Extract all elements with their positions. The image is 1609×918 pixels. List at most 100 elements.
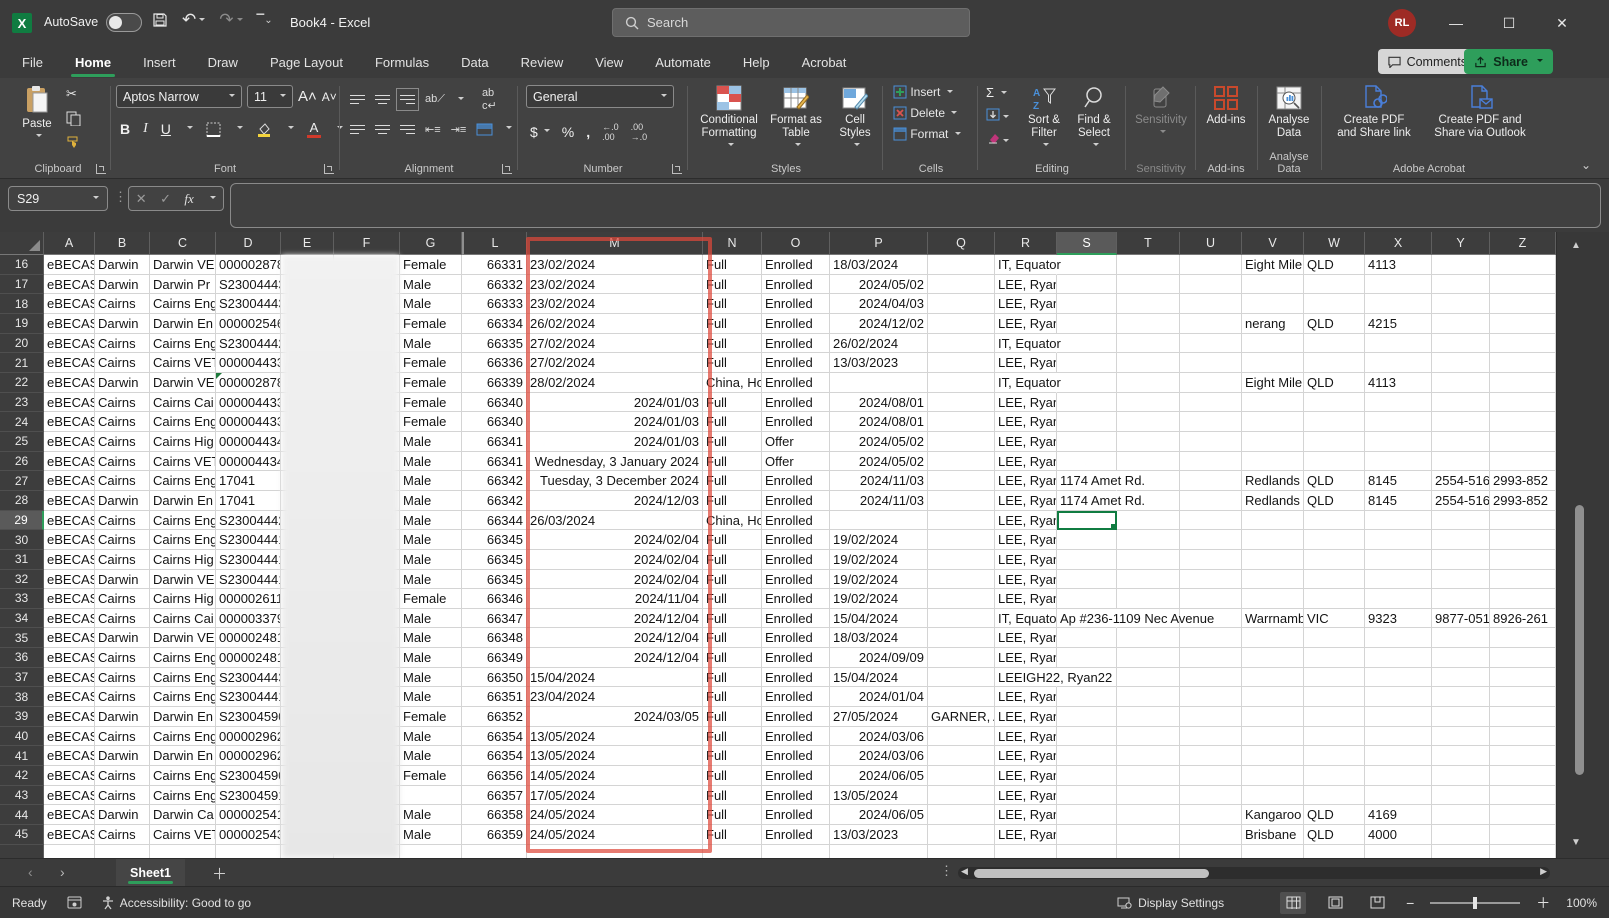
cell-W44[interactable]: QLD <box>1304 805 1365 825</box>
cell-Y19[interactable] <box>1432 314 1490 334</box>
font-color-icon[interactable]: A <box>307 120 321 138</box>
cell-W38[interactable] <box>1304 687 1365 707</box>
cell-Y37[interactable] <box>1432 668 1490 688</box>
cell-M16[interactable]: 23/02/2024 <box>527 255 703 275</box>
cell-B26[interactable]: Cairns <box>95 452 150 472</box>
align-top-icon[interactable] <box>350 92 365 107</box>
cell-B43[interactable]: Cairns <box>95 786 150 806</box>
row-header-partial[interactable] <box>0 845 44 858</box>
font-dialog-launcher[interactable] <box>324 164 334 174</box>
cell-partial[interactable] <box>1490 845 1556 858</box>
cell-V39[interactable] <box>1242 707 1304 727</box>
accessibility-status[interactable]: Accessibility: Good to go <box>102 896 251 910</box>
row-header-42[interactable]: 42 <box>0 766 44 786</box>
cell-partial[interactable] <box>762 845 830 858</box>
cell-P26[interactable]: 2024/05/02 <box>830 452 928 472</box>
cell-L45[interactable]: 66359 <box>462 825 527 845</box>
cell-X29[interactable] <box>1365 511 1432 531</box>
cell-U29[interactable] <box>1180 511 1242 531</box>
cell-V40[interactable] <box>1242 727 1304 747</box>
cell-M31[interactable]: 2024/02/04 <box>527 550 703 570</box>
row-header-31[interactable]: 31 <box>0 550 44 570</box>
cell-C30[interactable]: Cairns Eng <box>150 530 216 550</box>
cell-P25[interactable]: 2024/05/02 <box>830 432 928 452</box>
cell-Y32[interactable] <box>1432 570 1490 590</box>
cell-S26[interactable] <box>1057 452 1117 472</box>
column-header-D[interactable]: D <box>216 232 281 255</box>
merge-center-icon[interactable] <box>476 123 493 136</box>
cell-D32[interactable]: S23004441 <box>216 570 281 590</box>
cell-S31[interactable] <box>1057 550 1117 570</box>
cell-T43[interactable] <box>1117 786 1180 806</box>
cell-partial[interactable] <box>44 845 95 858</box>
cell-V38[interactable] <box>1242 687 1304 707</box>
cell-M27[interactable]: Tuesday, 3 December 2024 <box>527 471 703 491</box>
cell-U31[interactable] <box>1180 550 1242 570</box>
cell-T40[interactable] <box>1117 727 1180 747</box>
cell-O20[interactable]: Enrolled <box>762 334 830 354</box>
scroll-down-icon[interactable]: ▼ <box>1571 837 1581 848</box>
cell-A36[interactable]: eBECAS La <box>44 648 95 668</box>
underline-dropdown[interactable] <box>187 126 193 132</box>
cell-D22[interactable]: 000002878 <box>216 373 281 393</box>
cell-Y33[interactable] <box>1432 589 1490 609</box>
insert-cells-button[interactable]: Insert <box>893 85 961 99</box>
cell-G43[interactable] <box>400 786 462 806</box>
page-layout-view-icon[interactable] <box>1322 892 1348 914</box>
cell-Q35[interactable] <box>928 628 995 648</box>
vscroll-thumb[interactable] <box>1575 505 1584 775</box>
cell-M22[interactable]: 28/02/2024 <box>527 373 703 393</box>
cell-L40[interactable]: 66354 <box>462 727 527 747</box>
cell-partial[interactable] <box>703 845 762 858</box>
cell-Y34[interactable]: 9877-0513 <box>1432 609 1490 629</box>
cell-P27[interactable]: 2024/11/03 <box>830 471 928 491</box>
cell-Y41[interactable] <box>1432 746 1490 766</box>
cell-C32[interactable]: Darwin VE <box>150 570 216 590</box>
cell-T20[interactable] <box>1117 334 1180 354</box>
row-header-45[interactable]: 45 <box>0 825 44 845</box>
cell-U30[interactable] <box>1180 530 1242 550</box>
cell-S44[interactable] <box>1057 805 1117 825</box>
cut-icon[interactable]: ✂ <box>66 86 81 102</box>
cell-V34[interactable]: Warrnambool <box>1242 609 1304 629</box>
cell-O18[interactable]: Enrolled <box>762 294 830 314</box>
cell-M45[interactable]: 24/05/2024 <box>527 825 703 845</box>
cell-W23[interactable] <box>1304 393 1365 413</box>
cell-Z38[interactable] <box>1490 687 1556 707</box>
cell-B32[interactable]: Darwin <box>95 570 150 590</box>
cell-W37[interactable] <box>1304 668 1365 688</box>
cell-partial[interactable] <box>928 845 995 858</box>
cell-M29[interactable]: 26/03/2024 <box>527 511 703 531</box>
cell-V19[interactable]: nerang <box>1242 314 1304 334</box>
decrease-font-icon[interactable]: A˅ <box>322 90 337 104</box>
column-header-Z[interactable]: Z <box>1490 232 1556 255</box>
sheet-options-icon[interactable]: ⋮ <box>940 863 953 879</box>
cell-P35[interactable]: 18/03/2024 <box>830 628 928 648</box>
cell-Z16[interactable] <box>1490 255 1556 275</box>
row-header-17[interactable]: 17 <box>0 275 44 295</box>
cell-X32[interactable] <box>1365 570 1432 590</box>
copy-icon[interactable] <box>66 111 81 126</box>
cell-A23[interactable]: eBECAS La <box>44 393 95 413</box>
cell-D20[interactable]: S23004442 <box>216 334 281 354</box>
format-painter-icon[interactable] <box>66 135 81 149</box>
cell-L37[interactable]: 66350 <box>462 668 527 688</box>
cell-C28[interactable]: Darwin En <box>150 491 216 511</box>
cell-R34[interactable]: IT, Equato <box>995 609 1057 629</box>
cell-P16[interactable]: 18/03/2024 <box>830 255 928 275</box>
cell-Z21[interactable] <box>1490 353 1556 373</box>
cell-M28[interactable]: 2024/12/03 <box>527 491 703 511</box>
cell-U18[interactable] <box>1180 294 1242 314</box>
ribbon-tab-view[interactable]: View <box>593 49 625 76</box>
cell-D44[interactable]: 000002541 <box>216 805 281 825</box>
cell-W22[interactable]: QLD <box>1304 373 1365 393</box>
row-header-40[interactable]: 40 <box>0 727 44 747</box>
format-as-table-button[interactable]: Format as Table <box>766 78 826 156</box>
ribbon-tab-help[interactable]: Help <box>741 49 772 76</box>
cell-N38[interactable]: Full <box>703 687 762 707</box>
cell-Q36[interactable] <box>928 648 995 668</box>
cell-T41[interactable] <box>1117 746 1180 766</box>
cell-G38[interactable]: Male <box>400 687 462 707</box>
cell-P18[interactable]: 2024/04/03 <box>830 294 928 314</box>
cell-X45[interactable]: 4000 <box>1365 825 1432 845</box>
